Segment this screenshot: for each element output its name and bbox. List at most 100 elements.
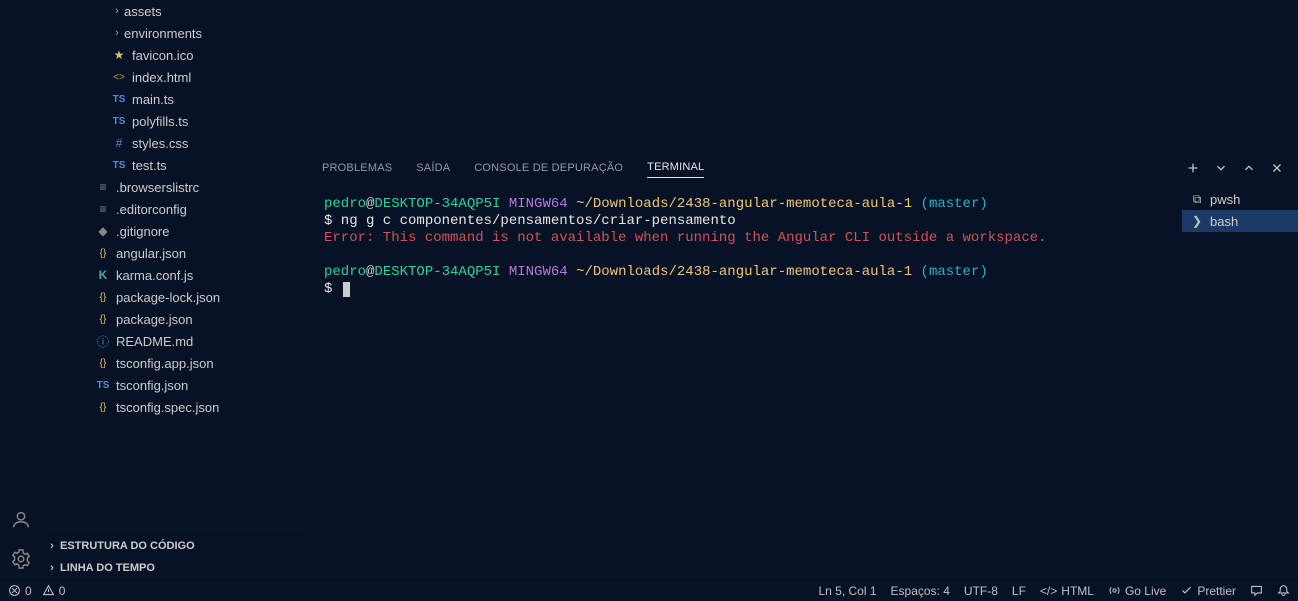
tree-folder[interactable]: ›environments	[42, 22, 310, 44]
tab-problems[interactable]: PROBLEMAS	[322, 158, 392, 178]
tab-terminal[interactable]: TERMINAL	[647, 157, 704, 178]
code-icon: </>	[1040, 584, 1057, 598]
terminal-env: MINGW64	[500, 196, 576, 212]
tree-item-label: main.ts	[132, 92, 174, 107]
file-icon: {}	[94, 248, 112, 259]
tree-item-label: test.ts	[132, 158, 167, 173]
file-tree[interactable]: ›assets›environments ★ favicon.ico <> index.…	[42, 0, 310, 534]
tree-item-label: karma.conf.js	[116, 268, 193, 283]
terminal-branch: (master)	[912, 196, 988, 212]
status-lncol[interactable]: Ln 5, Col 1	[818, 584, 876, 598]
file-icon: {}	[94, 292, 112, 303]
tree-item-label: favicon.ico	[132, 48, 193, 63]
tree-item-label: tsconfig.app.json	[116, 356, 214, 371]
terminal-session-label: bash	[1210, 214, 1238, 229]
file-icon: {}	[94, 402, 112, 413]
file-icon: {}	[94, 358, 112, 369]
status-encoding[interactable]: UTF-8	[964, 584, 998, 598]
tree-item-label: .browserslistrc	[116, 180, 199, 195]
outline-section-label: ESTRUTURA DO CÓDIGO	[60, 540, 195, 552]
terminal-session-pwsh[interactable]: ⧉ pwsh	[1182, 188, 1298, 210]
tree-item-label: tsconfig.spec.json	[116, 400, 219, 415]
tree-file[interactable]: TSpolyfills.ts	[42, 110, 310, 132]
tree-item-label: index.html	[132, 70, 191, 85]
file-icon: TS	[110, 94, 128, 105]
tree-file[interactable]: <> index.html	[42, 66, 310, 88]
file-icon: ⓘ	[94, 333, 112, 350]
tree-file[interactable]: ≡ .editorconfig	[42, 198, 310, 220]
chevron-right-icon: ›	[110, 27, 124, 39]
accounts-icon[interactable]	[9, 507, 33, 531]
tree-file[interactable]: ◆ .gitignore	[42, 220, 310, 242]
chevron-right-icon: ›	[44, 562, 60, 574]
close-icon[interactable]	[1268, 159, 1286, 177]
file-icon: ★	[110, 48, 128, 62]
explorer-sidebar: ›assets›environments ★ favicon.ico <> index.…	[42, 0, 310, 579]
file-icon: TS	[110, 116, 128, 127]
status-indentation[interactable]: Espaços: 4	[891, 584, 950, 598]
file-icon: ◆	[94, 224, 112, 238]
tree-file[interactable]: {} tsconfig.spec.json	[42, 396, 310, 418]
tree-item-label: README.md	[116, 334, 193, 349]
status-feedback-icon[interactable]	[1250, 584, 1263, 597]
tree-file[interactable]: ⓘ README.md	[42, 330, 310, 352]
tree-file[interactable]: ★ favicon.ico	[42, 44, 310, 66]
status-warnings[interactable]: 0	[42, 584, 66, 598]
chevron-right-icon: ›	[44, 540, 60, 552]
terminal-user: pedro	[324, 196, 366, 212]
status-prettier[interactable]: Prettier	[1180, 584, 1236, 598]
status-bar: 0 0 Ln 5, Col 1 Espaços: 4 UTF-8 LF </> …	[0, 579, 1298, 601]
terminal-command: $ ng g c componentes/pensamentos/criar-p…	[324, 213, 736, 229]
settings-gear-icon[interactable]	[9, 547, 33, 571]
tree-item-label: package.json	[116, 312, 193, 327]
new-terminal-icon[interactable]	[1184, 159, 1202, 177]
terminal-session-bash[interactable]: ❯ bash	[1182, 210, 1298, 232]
tree-item-label: package-lock.json	[116, 290, 220, 305]
tab-output[interactable]: SAÍDA	[416, 158, 450, 178]
tree-file[interactable]: ≡ .browserslistrc	[42, 176, 310, 198]
tab-debug-console[interactable]: CONSOLE DE DEPURAÇÃO	[474, 158, 623, 178]
editor-empty-area	[310, 0, 1298, 152]
tree-item-label: tsconfig.json	[116, 378, 188, 393]
file-icon: TS	[110, 160, 128, 171]
tree-file[interactable]: {} angular.json	[42, 242, 310, 264]
file-icon: {}	[94, 314, 112, 325]
status-bell-icon[interactable]	[1277, 584, 1290, 597]
terminal-output[interactable]: pedro@DESKTOP-34AQP5I MINGW64 ~/Download…	[310, 182, 1182, 579]
status-eol[interactable]: LF	[1012, 584, 1026, 598]
terminal-icon: ⧉	[1190, 192, 1204, 207]
tree-item-label: .gitignore	[116, 224, 169, 239]
tree-file[interactable]: {} package.json	[42, 308, 310, 330]
terminal-sessions: ⧉ pwsh ❯ bash	[1182, 182, 1298, 579]
tree-file[interactable]: Kkarma.conf.js	[42, 264, 310, 286]
tree-file[interactable]: TStsconfig.json	[42, 374, 310, 396]
file-icon: ≡	[94, 202, 112, 216]
file-icon: ≡	[94, 180, 112, 194]
status-language[interactable]: </> HTML	[1040, 584, 1094, 598]
terminal-cursor	[343, 282, 350, 297]
editor-column: PROBLEMAS SAÍDA CONSOLE DE DEPURAÇÃO TER…	[310, 0, 1298, 579]
chevron-down-icon[interactable]	[1212, 159, 1230, 177]
outline-section[interactable]: › ESTRUTURA DO CÓDIGO	[42, 535, 310, 557]
panel-tab-bar: PROBLEMAS SAÍDA CONSOLE DE DEPURAÇÃO TER…	[310, 152, 1298, 182]
terminal-path: ~/Downloads/2438-angular-memoteca-aula-1	[576, 196, 912, 212]
terminal-session-label: pwsh	[1210, 192, 1240, 207]
tree-file[interactable]: #styles.css	[42, 132, 310, 154]
tree-file[interactable]: {} tsconfig.app.json	[42, 352, 310, 374]
file-icon: #	[110, 136, 128, 150]
timeline-section[interactable]: › LINHA DO TEMPO	[42, 557, 310, 579]
status-golive[interactable]: Go Live	[1108, 584, 1166, 598]
file-icon: <>	[110, 72, 128, 83]
tree-file[interactable]: TS test.ts	[42, 154, 310, 176]
terminal-error: Error: This command is not available whe…	[324, 230, 1047, 246]
tree-file[interactable]: {} package-lock.json	[42, 286, 310, 308]
chevron-up-icon[interactable]	[1240, 159, 1258, 177]
terminal-prompt: $	[324, 281, 341, 297]
tree-item-label: angular.json	[116, 246, 186, 261]
activity-bar	[0, 0, 42, 579]
tree-file[interactable]: TS main.ts	[42, 88, 310, 110]
file-icon: K	[94, 268, 112, 282]
status-errors[interactable]: 0	[8, 584, 32, 598]
tree-folder[interactable]: ›assets	[42, 0, 310, 22]
tree-item-label: .editorconfig	[116, 202, 187, 217]
